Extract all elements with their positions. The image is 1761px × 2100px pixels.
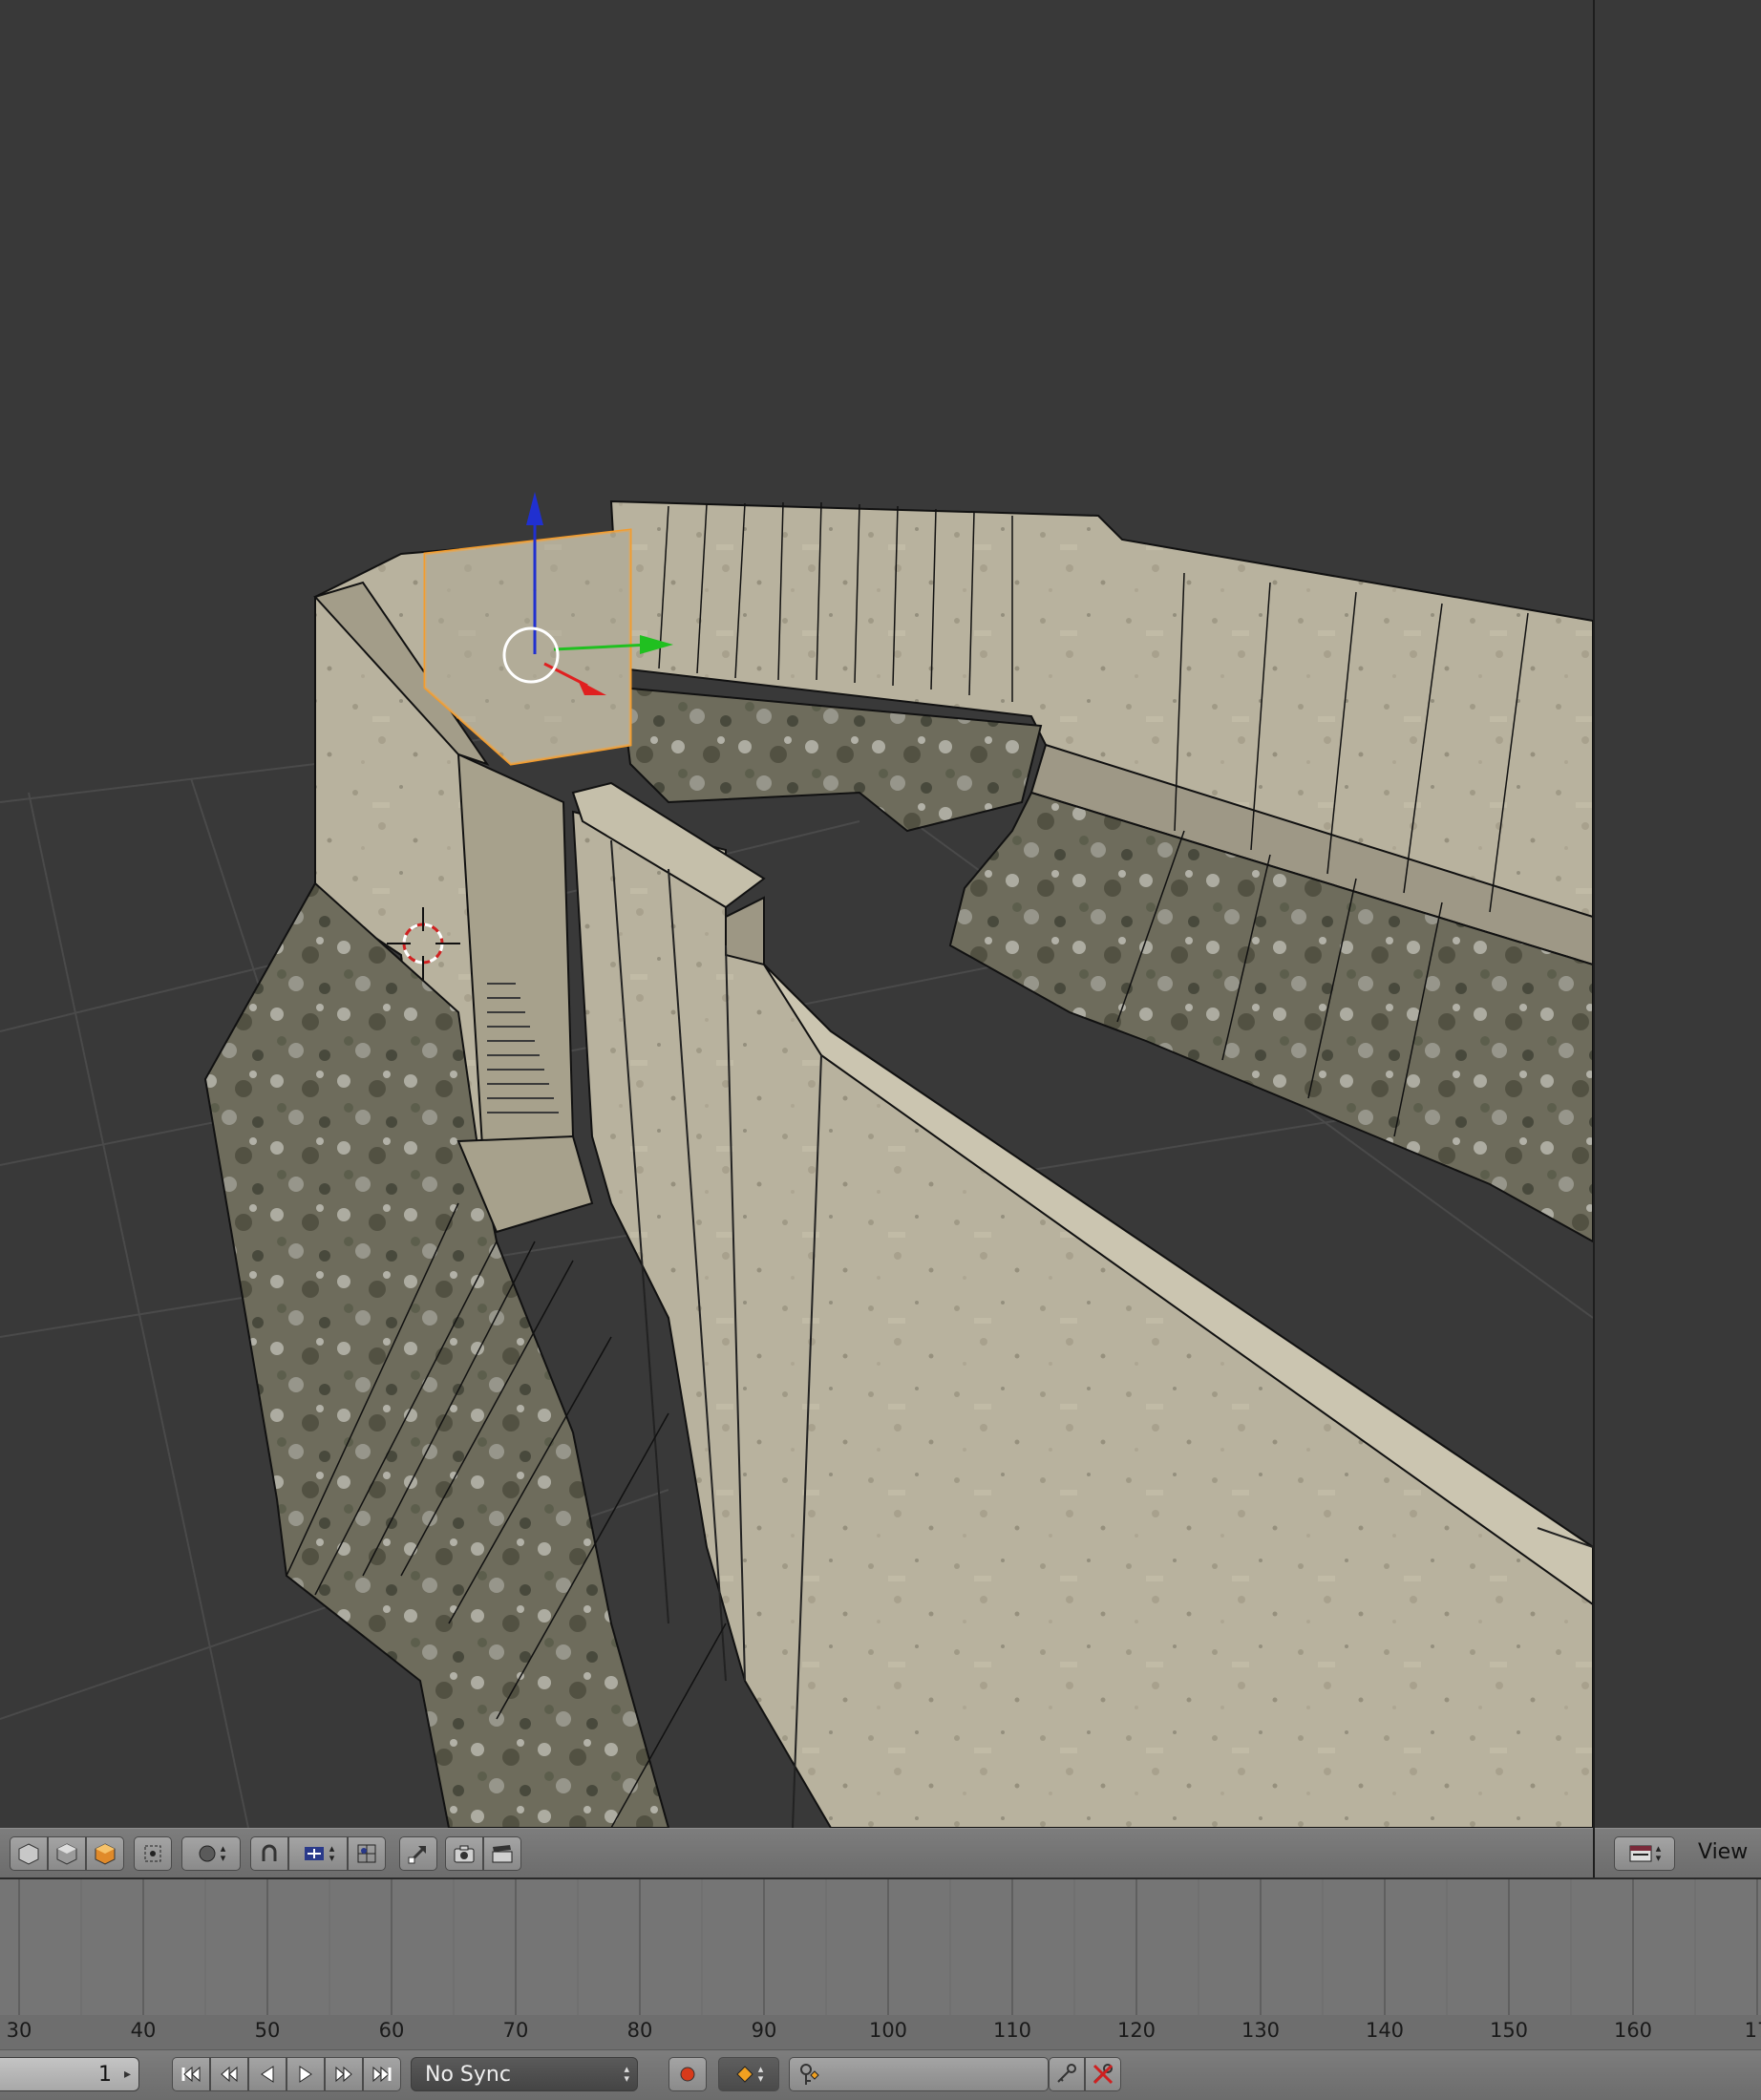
timeline-tick-label: 80 [626, 2019, 653, 2042]
timeline-tick-label: 110 [992, 2019, 1032, 2042]
snap-target-icon[interactable] [348, 1836, 386, 1871]
prev-keyframe-icon[interactable] [210, 2057, 248, 2091]
timeline-tick-label: 70 [502, 2019, 529, 2042]
timeline-tick-label: 60 [378, 2019, 405, 2042]
3d-view-header: ▴ ▾ ▴ ▾ [0, 1828, 1593, 1878]
timeline-area[interactable]: 30 40 50 60 70 80 90 100 110 120 130 140 150 160 17 [0, 1877, 1761, 2051]
next-keyframe-icon[interactable] [325, 2057, 363, 2091]
timeline-grid [18, 1879, 1758, 2015]
timeline-tick-label: 140 [1365, 2019, 1405, 2042]
timeline-header: 1 ▸ No Sync ▴ ▾ ▴ ▾ [0, 2049, 1761, 2100]
material-shading-icon[interactable] [86, 1836, 124, 1871]
viewport-scene [0, 492, 1593, 1828]
render-clapboard-icon[interactable] [483, 1836, 521, 1871]
current-frame-field[interactable]: 1 ▸ [0, 2057, 139, 2091]
sync-mode-dropdown[interactable]: No Sync ▴ ▾ [411, 2057, 638, 2091]
render-camera-icon[interactable] [445, 1836, 483, 1871]
record-icon[interactable] [668, 2057, 707, 2091]
play-icon[interactable] [286, 2057, 325, 2091]
side-editor-area [1595, 0, 1761, 1828]
texture-shading-icon[interactable] [48, 1836, 86, 1871]
3d-viewport[interactable] [0, 0, 1593, 1828]
delete-keyframe-icon[interactable] [1085, 2057, 1121, 2091]
timeline-tick-label: 40 [130, 2019, 157, 2042]
timeline-tick-label: 50 [254, 2019, 281, 2042]
view-menu[interactable]: View [1698, 1840, 1748, 1864]
keying-set-icon [800, 2064, 819, 2085]
snap-magnet-icon[interactable] [250, 1836, 288, 1871]
timeline-tick-label: 17 [1744, 2019, 1761, 2042]
snap-element-icon[interactable]: ▴ ▾ [288, 1836, 348, 1871]
side-editor-header: ▴ ▾ View [1595, 1828, 1761, 1878]
timeline-tick-label: 30 [6, 2019, 32, 2042]
timeline-tick-label: 150 [1489, 2019, 1529, 2042]
timeline-tick-label: 100 [868, 2019, 908, 2042]
pivot-point-icon[interactable] [134, 1836, 172, 1871]
keyframe-icon[interactable]: ▴ ▾ [718, 2057, 779, 2091]
timeline-tick-label: 120 [1116, 2019, 1156, 2042]
insert-keyframe-icon[interactable] [1049, 2057, 1085, 2091]
keying-set-field[interactable] [789, 2057, 1049, 2091]
jump-end-icon[interactable] [363, 2057, 401, 2091]
timeline-tick-label: 130 [1241, 2019, 1281, 2042]
current-frame-value: 1 [98, 2062, 112, 2087]
play-reverse-icon[interactable] [248, 2057, 286, 2091]
proportional-edit-icon[interactable]: ▴ ▾ [181, 1836, 241, 1871]
image-editor-icon[interactable]: ▴ ▾ [1614, 1836, 1675, 1871]
solid-shading-icon[interactable] [10, 1836, 48, 1871]
jump-start-icon[interactable] [172, 2057, 210, 2091]
grab-icon[interactable] [399, 1836, 437, 1871]
timeline-tick-label: 90 [751, 2019, 777, 2042]
timeline-tick-label: 160 [1613, 2019, 1653, 2042]
sync-mode-value: No Sync [425, 2062, 511, 2087]
